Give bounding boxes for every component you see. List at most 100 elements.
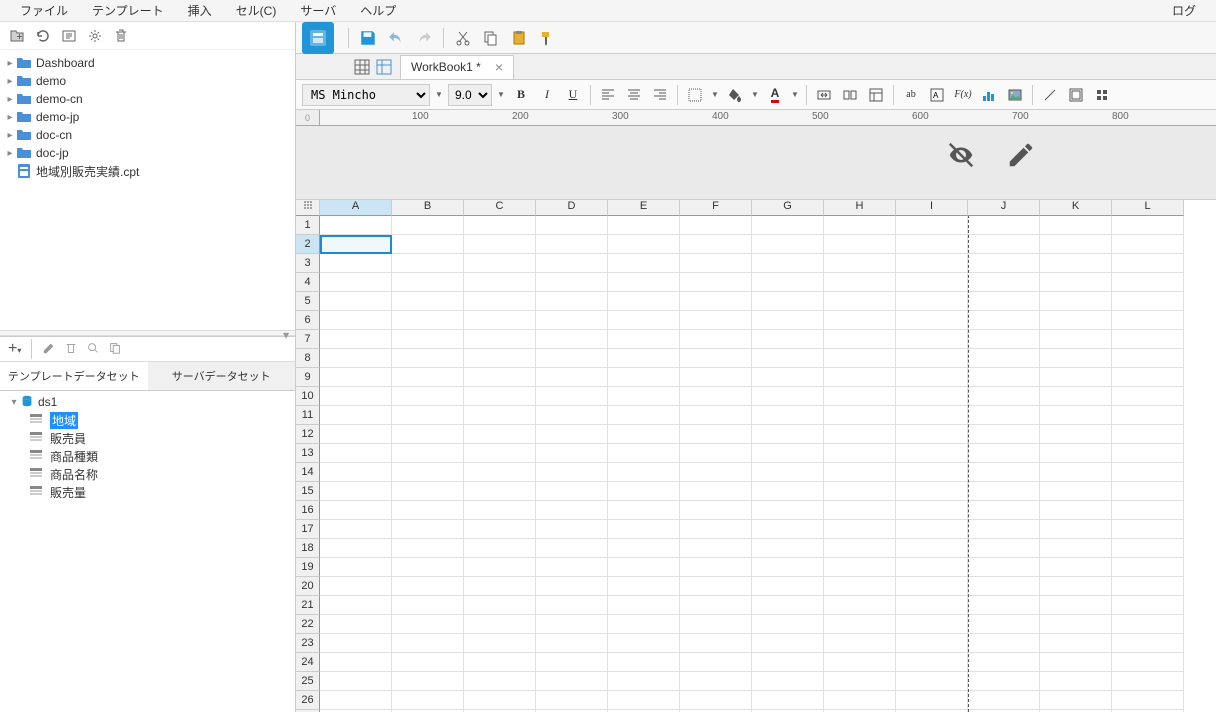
cell[interactable] [752,444,824,463]
cell[interactable] [392,425,464,444]
underline-button[interactable]: U [562,84,584,106]
row-header[interactable]: 15 [296,482,320,501]
cell[interactable] [752,216,824,235]
cell[interactable] [392,349,464,368]
cell[interactable] [392,444,464,463]
cell[interactable] [464,482,536,501]
cell[interactable] [536,254,608,273]
cell[interactable] [824,558,896,577]
cell[interactable] [680,463,752,482]
column-header[interactable]: E [608,200,680,216]
cell[interactable] [1112,672,1184,691]
cell[interactable] [392,501,464,520]
subreport-button[interactable] [1065,84,1087,106]
cell[interactable] [392,330,464,349]
menu-server[interactable]: サーバ [288,0,348,21]
cell[interactable] [680,311,752,330]
settings-icon[interactable] [86,27,104,45]
cell[interactable] [896,216,968,235]
menu-template[interactable]: テンプレート [80,0,176,21]
richtext-button[interactable]: A [926,84,948,106]
spreadsheet-grid[interactable]: ABCDEFGHIJKL1234567891011121314151617181… [296,200,1216,712]
align-left-button[interactable] [597,84,619,106]
cell[interactable] [968,653,1040,672]
row-header[interactable]: 16 [296,501,320,520]
cell[interactable] [536,539,608,558]
cell[interactable] [392,520,464,539]
align-center-button[interactable] [623,84,645,106]
cell[interactable] [968,634,1040,653]
cell[interactable] [1112,387,1184,406]
cell[interactable] [896,691,968,710]
cell[interactable] [392,577,464,596]
cell[interactable] [1040,577,1112,596]
cell[interactable] [1040,444,1112,463]
chevron-right-icon[interactable]: ▸ [4,58,16,69]
cell[interactable] [608,368,680,387]
cell[interactable] [968,444,1040,463]
cell[interactable] [896,596,968,615]
tab-server-dataset[interactable]: サーバデータセット [148,362,296,390]
cell[interactable] [752,406,824,425]
refresh-icon[interactable] [34,27,52,45]
cell[interactable] [968,254,1040,273]
cell[interactable] [1040,368,1112,387]
cell[interactable] [608,653,680,672]
cell[interactable] [680,691,752,710]
cell[interactable] [1112,425,1184,444]
cell-attr-button[interactable] [865,84,887,106]
cell[interactable] [824,501,896,520]
cell[interactable] [896,235,968,254]
cell[interactable] [752,292,824,311]
cell[interactable] [1040,349,1112,368]
cell[interactable] [824,482,896,501]
menu-file[interactable]: ファイル [8,0,80,21]
folder-item[interactable]: ▸demo [0,72,295,90]
column-header[interactable]: I [896,200,968,216]
cell[interactable] [536,653,608,672]
cell[interactable] [536,368,608,387]
cut-button[interactable] [452,27,474,49]
cell[interactable] [608,425,680,444]
cell[interactable] [896,634,968,653]
cell[interactable] [536,273,608,292]
menu-login[interactable]: ログ [1160,0,1208,21]
cell[interactable] [320,482,392,501]
cell[interactable] [824,387,896,406]
cell[interactable] [896,444,968,463]
cell[interactable] [968,425,1040,444]
undo-button[interactable] [385,27,407,49]
row-header[interactable]: 13 [296,444,320,463]
cell[interactable] [536,558,608,577]
cell[interactable] [536,444,608,463]
cell[interactable] [608,254,680,273]
cell[interactable] [320,501,392,520]
cell[interactable] [464,463,536,482]
cell[interactable] [968,387,1040,406]
cell[interactable] [968,406,1040,425]
ds-delete-icon[interactable] [64,341,78,358]
cell[interactable] [392,216,464,235]
row-header[interactable]: 20 [296,577,320,596]
cell[interactable] [320,349,392,368]
row-header[interactable]: 2 [296,235,320,254]
cell[interactable] [392,406,464,425]
cell[interactable] [824,672,896,691]
cell[interactable] [464,235,536,254]
cell[interactable] [1112,520,1184,539]
paste-button[interactable] [508,27,530,49]
cell[interactable] [1040,254,1112,273]
cell[interactable] [896,653,968,672]
fill-dd-icon[interactable]: ▼ [750,90,760,99]
cell[interactable] [1040,634,1112,653]
column-header[interactable]: G [752,200,824,216]
save-button[interactable] [357,27,379,49]
copy-button[interactable] [480,27,502,49]
cell[interactable] [752,254,824,273]
cell[interactable] [392,311,464,330]
cell[interactable] [1040,501,1112,520]
font-select[interactable]: MS Mincho [302,84,430,106]
chevron-right-icon[interactable]: ▸ [4,148,16,159]
cell[interactable] [680,273,752,292]
cell[interactable] [680,501,752,520]
